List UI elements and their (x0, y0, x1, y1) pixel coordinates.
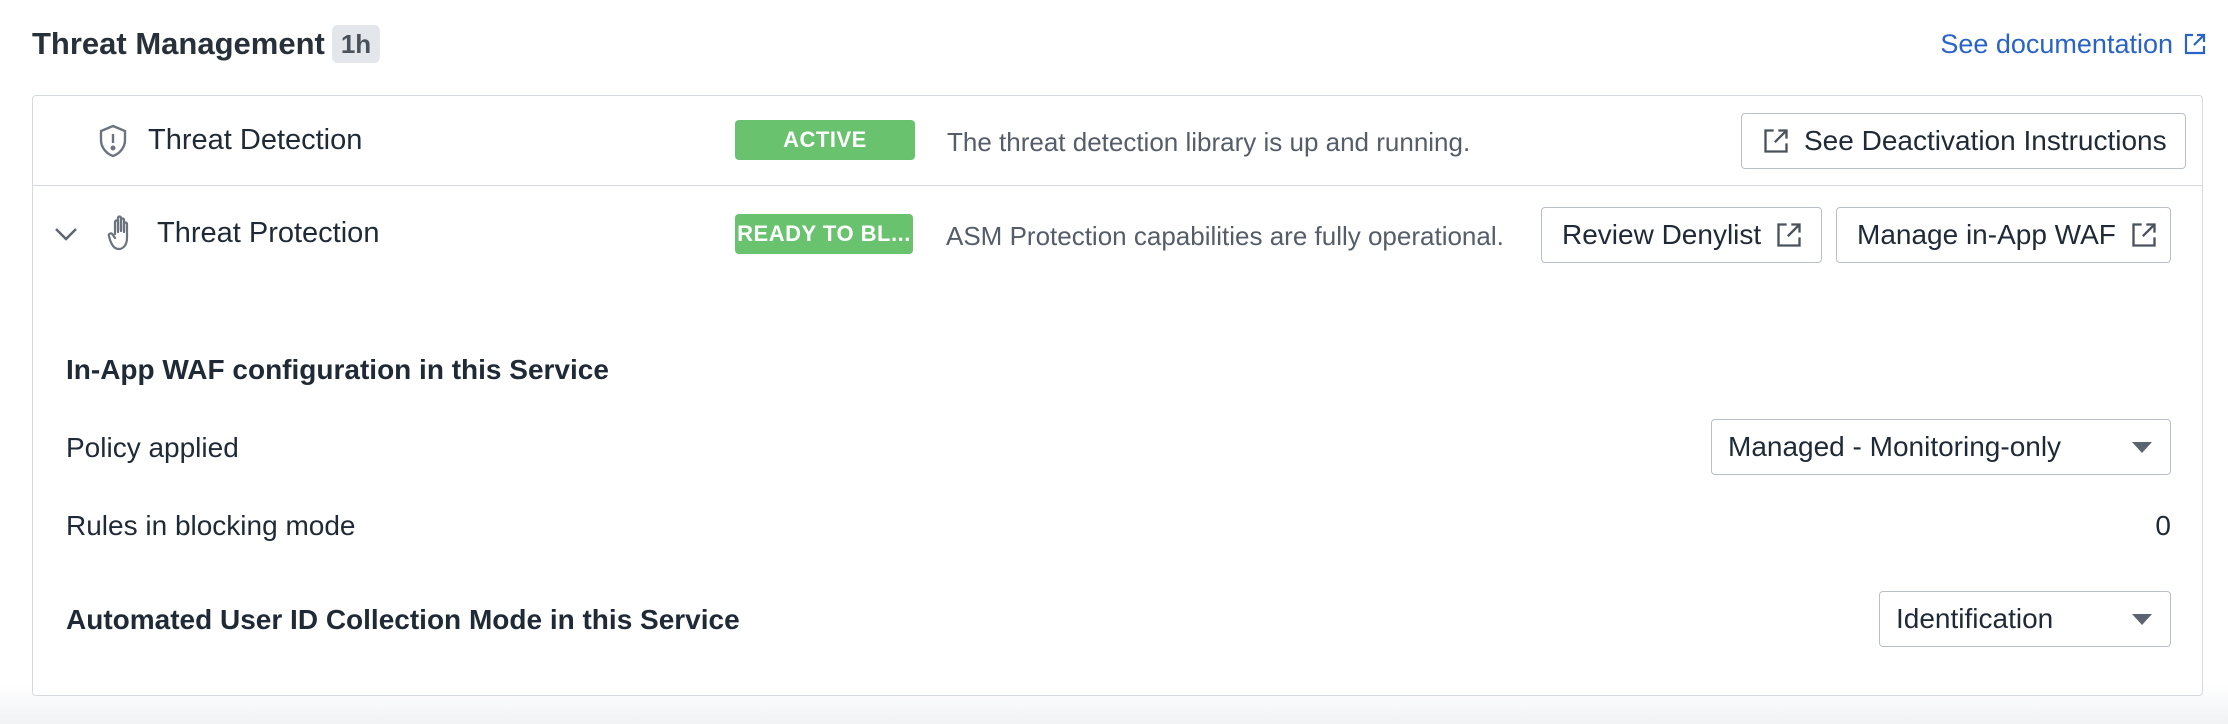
caret-down-icon (2132, 614, 2152, 625)
policy-applied-label: Policy applied (66, 432, 239, 463)
threat-management-panel: Threat Detection ACTIVE The threat detec… (32, 95, 2203, 696)
time-range-badge[interactable]: 1h (331, 25, 381, 63)
external-link-icon (1764, 129, 1788, 153)
user-id-collection-value: Identification (1896, 603, 2054, 634)
waf-config-section-title: In-App WAF configuration in this Service (66, 354, 609, 385)
rules-blocking-mode-label: Rules in blocking mode (66, 510, 356, 541)
see-documentation-label: See documentation (1940, 28, 2173, 59)
status-badge: READY TO BL... (735, 214, 913, 254)
threat-protection-name: Threat Protection (157, 217, 380, 249)
rules-blocking-mode-value: 0 (2155, 510, 2171, 541)
external-link-icon (2132, 223, 2156, 247)
threat-detection-row: Threat Detection ACTIVE The threat detec… (33, 96, 2202, 186)
manage-in-app-waf-label: Manage in-App WAF (1857, 219, 2116, 250)
title-wrap: Threat Management 1h (32, 25, 381, 63)
threat-detection-name: Threat Detection (148, 124, 363, 156)
threat-detection-description: The threat detection library is up and r… (947, 127, 1471, 157)
user-id-collection-label: Automated User ID Collection Mode in thi… (66, 604, 740, 635)
caret-down-icon (2132, 442, 2152, 453)
page-title: Threat Management (32, 26, 325, 61)
see-documentation-link[interactable]: See documentation (1940, 29, 2207, 60)
review-denylist-button[interactable]: Review Denylist (1541, 207, 1822, 263)
see-deactivation-instructions-button[interactable]: See Deactivation Instructions (1741, 113, 2186, 169)
external-link-icon (1777, 223, 1801, 247)
threat-protection-description: ASM Protection capabilities are fully op… (946, 221, 1504, 251)
shield-alert-icon (99, 124, 127, 158)
policy-select[interactable]: Managed - Monitoring-only (1711, 419, 2171, 475)
user-id-collection-select[interactable]: Identification (1879, 591, 2171, 647)
threat-protection-row: Threat Protection READY TO BL... ASM Pro… (33, 186, 2202, 283)
policy-select-value: Managed - Monitoring-only (1728, 431, 2062, 462)
manage-in-app-waf-button[interactable]: Manage in-App WAF (1836, 207, 2171, 263)
review-denylist-label: Review Denylist (1562, 219, 1762, 250)
header: Threat Management 1h See documentation (32, 22, 2207, 66)
hand-icon (107, 215, 129, 251)
status-badge: ACTIVE (735, 120, 915, 160)
external-link-icon (2184, 33, 2206, 55)
chevron-down-icon[interactable] (53, 225, 79, 243)
see-deactivation-instructions-label: See Deactivation Instructions (1804, 125, 2167, 156)
